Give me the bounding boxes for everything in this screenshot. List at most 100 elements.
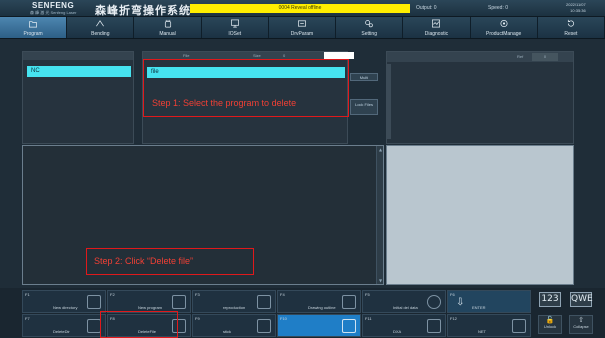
copy-icon [257, 295, 271, 309]
alarm-message-bar[interactable]: 0004 Reveal offline [190, 4, 410, 13]
fkey-number: F4 [280, 292, 285, 297]
brand-subtitle: 森 峰 激 光 Senfeng Laser [30, 10, 77, 15]
ref-label: Ref [517, 54, 524, 59]
monitor-icon [230, 19, 239, 28]
fkey-label: New directory [53, 305, 78, 310]
net-icon [512, 319, 526, 333]
dxa-icon [427, 319, 441, 333]
fkey-label: DeleteDir [53, 329, 70, 334]
paste-icon [257, 319, 271, 333]
tab-label: Program [23, 31, 43, 37]
fkey-number: F2 [110, 292, 115, 297]
f4-drawing-outline-button[interactable]: F4 Drawing outline [277, 290, 361, 313]
drive-icon [298, 20, 306, 27]
speed-readout: Speed: 0 [488, 5, 509, 11]
file-name-input[interactable] [324, 52, 354, 59]
f2-new-program-button[interactable]: F2 New program [107, 290, 191, 313]
fkey-number: F10 [280, 316, 287, 321]
system-name: 森峰折弯操作系统 [95, 5, 191, 17]
tab-label: Setting [361, 31, 377, 37]
file-add-icon [172, 295, 186, 309]
info-header: Ref 0 [387, 52, 573, 62]
tab-productmanage[interactable]: ProductManage [470, 17, 538, 38]
info-panel: Ref 0 [386, 51, 574, 144]
fkey-label: Initial del data [393, 305, 418, 310]
fkey-number: F6 [450, 292, 455, 297]
f5-initial-del-data-button[interactable]: F5 Initial del data [362, 290, 446, 313]
reset-icon [567, 19, 574, 27]
f1-new-directory-button[interactable]: F1 New directory [22, 290, 106, 313]
time-text: 10:35:36 [570, 8, 586, 13]
alpha-keyboard-button[interactable]: QWE [570, 292, 593, 307]
scroll-down-icon[interactable]: ▼ [378, 278, 383, 283]
arrow-down-icon: ⇩ [456, 297, 465, 308]
delete-file-highlight-box [100, 311, 178, 338]
numeric-keyboard-button[interactable]: 123 [539, 292, 561, 307]
tab-manual[interactable]: Manual [134, 17, 202, 38]
tab-label: Reset [564, 31, 578, 37]
download-icon [427, 295, 441, 309]
directory-item-nc[interactable]: NC [27, 66, 131, 77]
tab-label: Manual [159, 31, 176, 37]
info-scroll[interactable] [387, 64, 391, 139]
content-scrollbar[interactable]: ▲ ▼ [376, 146, 383, 284]
collapse-label: Collapse [573, 324, 589, 329]
folder-icon [29, 21, 38, 28]
fkey-number: F3 [195, 292, 200, 297]
fkey-label: reproduction [223, 305, 246, 310]
unlock-label: Unlock [543, 324, 557, 329]
f11-dxa-button[interactable]: F11 DXA [362, 314, 446, 337]
outline-icon [342, 295, 356, 309]
unlock-button[interactable]: 🔓 Unlock [538, 315, 562, 334]
folder-delete-icon [87, 319, 101, 333]
step1-instruction: Step 1: Select the program to delete [152, 98, 297, 108]
program-preview [386, 145, 574, 285]
fkey-label: DXA [393, 329, 402, 334]
f12-net-button[interactable]: F12 NET [447, 314, 531, 337]
title-bar: SENFENG 森 峰 激 光 Senfeng Laser 森峰折弯操作系统 0… [0, 0, 605, 17]
tab-bending[interactable]: Bending [67, 17, 135, 38]
tab-setting[interactable]: Setting [336, 17, 404, 38]
folder-add-icon [87, 295, 101, 309]
main-nav: Program Bending Manual IOSet DrvParam Se… [0, 17, 605, 39]
multi-select-button[interactable]: Multi [350, 73, 378, 81]
collapse-icon: ⇧ [578, 316, 584, 324]
f7-delete-dir-button[interactable]: F7 DeleteDir [22, 314, 106, 337]
tab-label: Bending [91, 31, 110, 37]
tab-diagnostic[interactable]: Diagnostic [403, 17, 471, 38]
f6-enter-button[interactable]: F6 ENTER ⇩ [447, 290, 531, 313]
step2-instruction: Step 2: Click “Delete file” [94, 256, 194, 266]
f10-button[interactable]: F10 [277, 314, 361, 337]
tab-program[interactable]: Program [0, 17, 68, 38]
product-icon [500, 19, 508, 28]
fkey-number: F7 [25, 316, 30, 321]
fkey-number: F9 [195, 316, 200, 321]
hand-icon [164, 19, 171, 28]
f9-stick-button[interactable]: F9 stick [192, 314, 276, 337]
gears-icon [365, 20, 373, 28]
tab-ioset[interactable]: IOSet [201, 17, 269, 38]
tab-label: Diagnostic [424, 31, 449, 37]
fkey-label: NET [478, 329, 486, 334]
tab-drvparam[interactable]: DrvParam [268, 17, 337, 38]
hmi-screen: SENFENG 森 峰 激 光 Senfeng Laser 森峰折弯操作系统 0… [0, 0, 605, 338]
directory-panel: NC [22, 51, 134, 144]
fkey-number: F11 [365, 316, 372, 321]
nc-file-icon [342, 319, 356, 333]
bending-icon [96, 20, 105, 27]
fkey-number: F12 [450, 316, 457, 321]
step1-highlight-box [143, 59, 349, 117]
fkey-label: ENTER [472, 305, 486, 310]
ref-value[interactable]: 0 [532, 53, 558, 61]
directory-header [23, 52, 133, 60]
collapse-button[interactable]: ⇧ Collapse [569, 315, 593, 334]
f3-reproduction-button[interactable]: F3 reproduction [192, 290, 276, 313]
scroll-up-icon[interactable]: ▲ [378, 147, 383, 152]
function-key-bar: F1 New directory F2 New program F3 repro… [0, 288, 605, 338]
tab-label: IOSet [228, 31, 242, 37]
tab-reset[interactable]: Reset [537, 17, 605, 38]
lock-files-button[interactable]: Lock Files [350, 99, 378, 115]
datetime-display: 2022/11/07 10:35:36 [566, 2, 586, 14]
diagnostic-icon [432, 19, 441, 28]
fkey-number: F5 [365, 292, 370, 297]
